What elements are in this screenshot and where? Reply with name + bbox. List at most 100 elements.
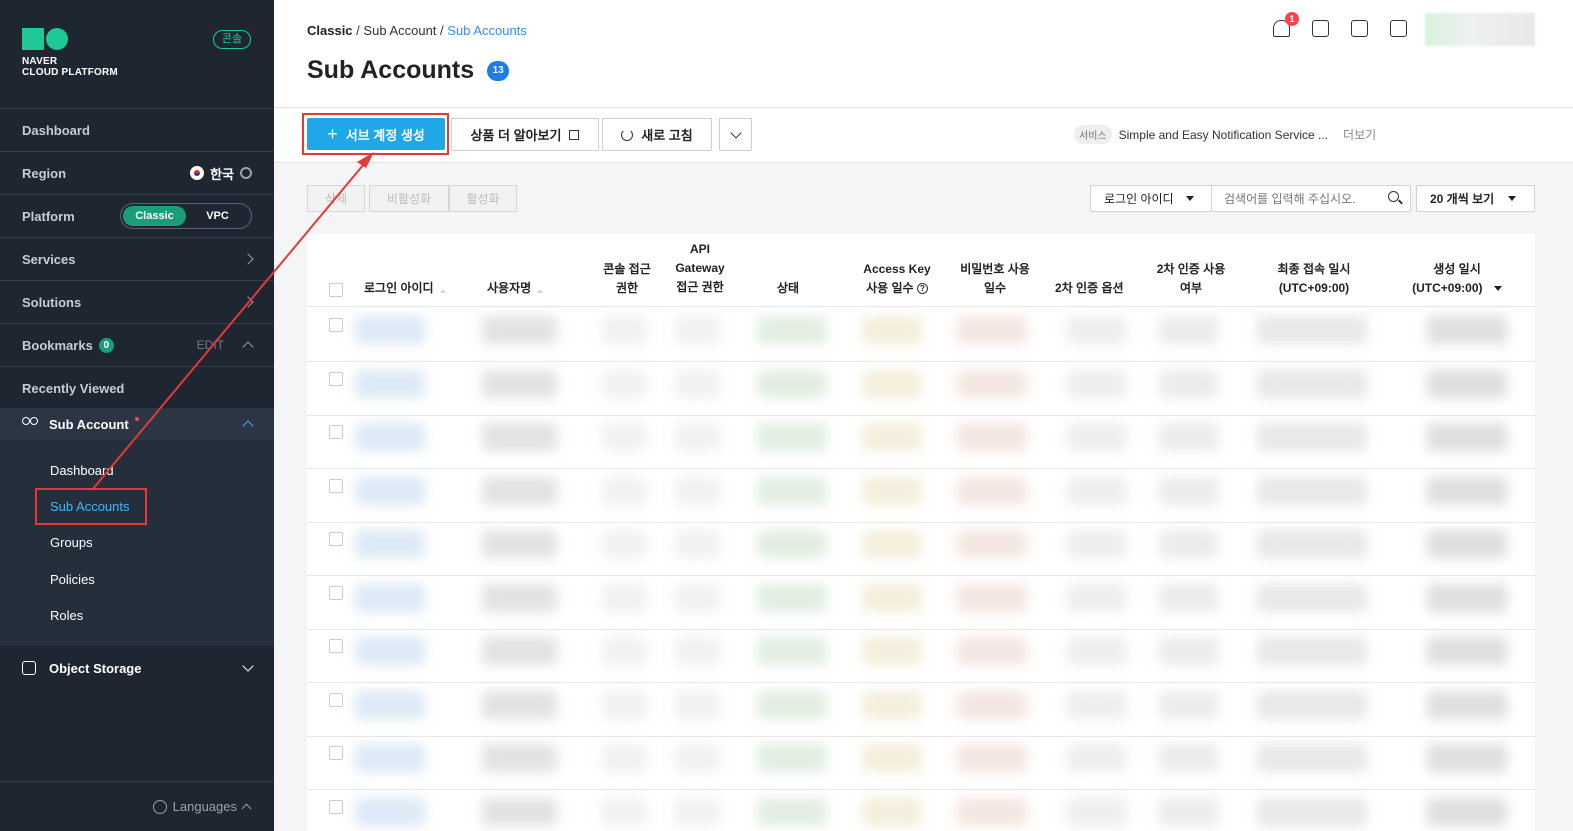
search-field-select[interactable]: 로그인 아이디 (1090, 185, 1212, 212)
sidebar-item-solutions[interactable]: Solutions (0, 280, 274, 323)
row-checkbox[interactable] (329, 585, 343, 600)
redacted-cell (675, 690, 720, 719)
user-profile[interactable] (1425, 13, 1535, 46)
select-all-checkbox[interactable] (329, 283, 343, 297)
table-row[interactable] (307, 736, 1535, 790)
redacted-cell (1257, 583, 1367, 612)
activate-button[interactable]: 활성화 (449, 185, 517, 212)
notification-count-badge: 1 (1285, 12, 1299, 26)
breadcrumb-parent[interactable]: Sub Account (363, 23, 436, 38)
row-checkbox[interactable] (329, 639, 343, 653)
refresh-icon (621, 128, 634, 141)
table-row[interactable] (307, 308, 1535, 362)
redacted-cell (482, 316, 557, 344)
redacted-cell (1159, 637, 1219, 665)
sidebar-item-platform: Platform Classic VPC (0, 194, 274, 237)
row-checkbox[interactable] (329, 425, 343, 439)
row-checkbox[interactable] (329, 371, 343, 386)
redacted-cell (862, 423, 922, 451)
redacted-cell (862, 583, 922, 612)
table-row[interactable] (307, 790, 1535, 831)
help-icon[interactable]: ? (916, 283, 928, 295)
col-console-access: 콘솔 접근 권한 (603, 262, 651, 295)
book-icon[interactable] (1390, 20, 1407, 37)
col-status: 상태 (777, 281, 800, 295)
edit-note-icon[interactable] (1351, 20, 1368, 37)
more-options-button[interactable] (719, 118, 752, 151)
redacted-cell (675, 744, 720, 772)
redacted-cell (957, 530, 1027, 558)
chevron-up-icon[interactable] (242, 420, 254, 432)
table-row[interactable] (307, 629, 1535, 683)
table-row[interactable] (307, 522, 1535, 576)
table-row[interactable] (307, 576, 1535, 630)
languages-selector[interactable]: Languages (0, 781, 274, 831)
sidebar-item-dashboard[interactable]: Dashboard (0, 108, 274, 151)
redacted-cell (757, 369, 827, 398)
table-row[interactable] (307, 415, 1535, 469)
sidebar-subitem-dashboard[interactable]: Dashboard (50, 463, 114, 478)
sidebar-item-services[interactable]: Services (0, 237, 274, 280)
sidebar-item-recently-viewed[interactable]: Recently Viewed (0, 366, 274, 409)
redacted-cell (1067, 690, 1127, 719)
row-checkbox[interactable] (329, 532, 343, 546)
sidebar-subitem-roles[interactable]: Roles (50, 608, 83, 623)
deactivate-button[interactable]: 비활성화 (369, 185, 449, 212)
table-row[interactable] (307, 469, 1535, 523)
breadcrumb-root[interactable]: Classic (307, 23, 353, 38)
redacted-cell (1257, 530, 1367, 558)
redacted-cell (1159, 583, 1219, 612)
service-more-link[interactable]: 더보기 (1343, 126, 1376, 143)
row-checkbox[interactable] (329, 318, 343, 332)
redacted-cell (355, 797, 425, 826)
chevron-down-icon (729, 126, 742, 139)
learn-more-button[interactable]: 상품 더 알아보기 (451, 118, 599, 151)
col-created[interactable]: 생성 일시 (UTC+09:00) (1403, 260, 1511, 298)
redacted-cell (1427, 316, 1507, 344)
row-checkbox[interactable] (329, 692, 343, 707)
table-header: 로그인 아이디 사용자명 콘솔 접근 권한 API Gateway 접근 권한 상태 … (307, 234, 1535, 307)
table-row[interactable] (307, 362, 1535, 416)
chevron-up-icon[interactable] (242, 341, 254, 353)
platform-toggle[interactable]: Classic VPC (120, 203, 252, 229)
redacted-cell (675, 423, 720, 451)
table-row[interactable] (307, 683, 1535, 737)
redacted-cell (675, 369, 720, 398)
col-login-id[interactable]: 로그인 아이디 (364, 279, 446, 298)
bell-icon[interactable]: 1 (1273, 12, 1299, 37)
console-badge[interactable]: 콘솔 (213, 30, 251, 49)
annotation-highlight-sub-accounts (35, 488, 147, 525)
row-checkbox[interactable] (329, 746, 343, 760)
redacted-cell (757, 690, 827, 719)
search-icon[interactable] (1388, 191, 1399, 202)
naver-cloud-logo[interactable]: NAVER CLOUD PLATFORM (22, 28, 118, 78)
redacted-cell (482, 797, 557, 826)
chat-icon[interactable] (1312, 20, 1329, 37)
platform-classic-option[interactable]: Classic (123, 206, 186, 226)
redacted-cell (957, 690, 1027, 719)
delete-button[interactable]: 삭제 (307, 185, 365, 212)
sidebar-subitem-groups[interactable]: Groups (50, 535, 93, 550)
row-checkbox[interactable] (329, 799, 343, 814)
redacted-cell (1427, 690, 1507, 719)
sidebar-item-object-storage[interactable]: Object Storage (0, 648, 274, 688)
page-size-select[interactable]: 20 개씩 보기 (1416, 185, 1535, 212)
sidebar-subitem-policies[interactable]: Policies (50, 572, 95, 587)
redacted-cell (1427, 530, 1507, 558)
redacted-cell (355, 316, 425, 344)
refresh-button[interactable]: 새로 고침 (602, 118, 712, 151)
redacted-cell (482, 423, 557, 451)
redacted-cell (1159, 690, 1219, 719)
sidebar: NAVER CLOUD PLATFORM 콘솔 Dashboard Region … (0, 0, 274, 831)
col-username[interactable]: 사용자명 (487, 279, 544, 298)
bookmarks-edit-link[interactable]: EDIT (197, 338, 224, 352)
search-input[interactable] (1212, 185, 1411, 212)
redacted-cell (862, 797, 922, 826)
gear-icon[interactable] (240, 167, 252, 179)
sidebar-item-sub-account[interactable]: Sub Account (0, 408, 274, 440)
row-checkbox[interactable] (329, 478, 343, 493)
platform-vpc-option[interactable]: VPC (186, 206, 249, 226)
sidebar-item-bookmarks[interactable]: Bookmarks 0 EDIT (0, 323, 274, 366)
sidebar-item-region[interactable]: Region 한국 (0, 151, 274, 194)
storage-icon (22, 661, 36, 675)
